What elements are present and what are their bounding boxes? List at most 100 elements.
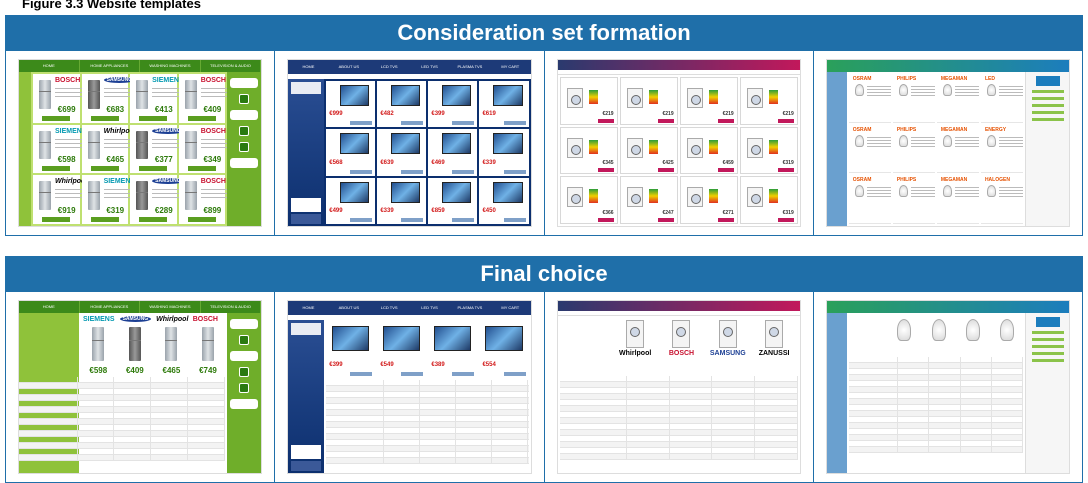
read-more-button[interactable] [187, 115, 216, 121]
product-card[interactable]: Whirlpool €919 [33, 175, 87, 224]
nav-item[interactable]: LED TVS [409, 60, 449, 74]
read-more-button[interactable] [657, 218, 674, 222]
nav-item[interactable]: TELEVISION & AUDIO [201, 301, 262, 313]
more-info-button[interactable] [350, 169, 373, 174]
product-card[interactable]: BOSCH €349 [178, 124, 231, 174]
more-info-button[interactable] [503, 169, 526, 174]
product-card[interactable]: €554 [479, 322, 529, 378]
product-card[interactable]: BOSCH €409 [178, 74, 231, 123]
product-card[interactable]: €859 [428, 177, 478, 224]
read-more-button[interactable] [42, 166, 71, 172]
product-card[interactable]: €469 [428, 129, 478, 176]
nav-item[interactable]: LCD TVS [369, 301, 409, 315]
read-more-button[interactable] [777, 218, 794, 222]
product-card[interactable]: €247 [619, 176, 678, 224]
nav-item[interactable]: HOME [288, 301, 328, 315]
product-card[interactable]: €499 [326, 177, 376, 224]
add-to-cart-button[interactable] [401, 372, 424, 376]
product-card[interactable]: PHILIPS [892, 74, 935, 123]
product-card[interactable]: Whirlpool €465 [154, 315, 189, 375]
read-more-button[interactable] [139, 217, 168, 222]
nav-item[interactable]: WASHING MACHINES [140, 60, 201, 72]
nav-item[interactable]: ABOUT US [329, 60, 369, 74]
nav-item[interactable]: WASHING MACHINES [140, 301, 201, 313]
product-card[interactable]: €271 [679, 176, 738, 224]
product-card[interactable]: €319 [739, 176, 798, 224]
more-info-button[interactable] [452, 121, 475, 126]
product-card[interactable]: €999 [326, 81, 376, 128]
read-more-button[interactable] [90, 217, 119, 222]
read-more-button[interactable] [139, 166, 168, 172]
read-more-button[interactable] [597, 118, 614, 123]
read-more-button[interactable] [657, 168, 674, 173]
nav-item[interactable]: HOME [19, 301, 80, 313]
product-card[interactable]: €345 [559, 126, 618, 175]
read-more-button[interactable] [777, 118, 794, 123]
product-card[interactable]: €219 [739, 77, 798, 125]
nav-item[interactable]: HOME APPLIANCES [80, 60, 141, 72]
product-card[interactable]: €568 [326, 129, 376, 176]
more-info-button[interactable] [401, 121, 424, 126]
nav-item[interactable]: LED TVS [409, 301, 449, 315]
product-card[interactable]: €339 [479, 129, 529, 176]
product-card[interactable]: €319 [739, 126, 798, 175]
product-card[interactable]: OSRAM [848, 74, 891, 123]
nav-item[interactable]: ABOUT US [329, 301, 369, 315]
product-card[interactable]: €459 [679, 126, 738, 175]
add-to-cart-button[interactable] [452, 372, 475, 376]
product-card[interactable]: SAMSUNG €377 [130, 124, 184, 174]
more-info-button[interactable] [401, 169, 424, 174]
product-card[interactable]: €339 [377, 177, 427, 224]
add-to-cart-button[interactable] [503, 372, 526, 376]
product-card[interactable]: MEGAMAN [936, 175, 979, 224]
product-card[interactable]: BOSCH €749 [190, 315, 226, 375]
product-card[interactable]: €399 [326, 322, 376, 378]
more-info-button[interactable] [503, 217, 526, 222]
read-more-button[interactable] [187, 217, 216, 222]
nav-item[interactable]: MY CART [490, 60, 530, 74]
product-card[interactable]: SAMSUNG €683 [81, 74, 136, 123]
product-card[interactable]: €450 [479, 177, 529, 224]
product-card[interactable]: SIEMENS €319 [81, 175, 135, 224]
read-more-button[interactable] [657, 118, 674, 123]
read-more-button[interactable] [777, 168, 794, 173]
read-more-button[interactable] [187, 166, 216, 172]
nav-item[interactable]: PLASMA TVS [450, 60, 490, 74]
product-card[interactable]: OSRAM [848, 125, 891, 174]
nav-item[interactable]: PLASMA TVS [450, 301, 490, 315]
product-card[interactable]: €399 [428, 81, 478, 128]
product-card[interactable]: €366 [559, 176, 618, 224]
product-card[interactable]: €425 [619, 126, 678, 175]
product-card[interactable]: PHILIPS [892, 175, 935, 224]
product-card[interactable]: PHILIPS [892, 125, 935, 174]
read-more-button[interactable] [717, 218, 734, 222]
read-more-button[interactable] [42, 115, 71, 121]
nav-item[interactable]: LCD TVS [369, 60, 409, 74]
nav-item[interactable]: TELEVISION & AUDIO [201, 60, 262, 72]
product-card[interactable]: €619 [479, 81, 529, 128]
product-card[interactable]: BOSCH €699 [33, 74, 85, 123]
read-more-button[interactable] [90, 115, 119, 121]
product-card[interactable]: €549 [377, 322, 427, 378]
nav-item[interactable]: HOME [19, 60, 80, 72]
more-info-button[interactable] [452, 169, 475, 174]
product-card[interactable]: €219 [679, 77, 738, 125]
more-info-button[interactable] [503, 121, 526, 126]
product-card[interactable]: SAMSUNG €409 [117, 315, 153, 375]
product-card[interactable]: SIEMENS €598 [81, 315, 116, 375]
more-info-button[interactable] [452, 217, 475, 222]
product-card[interactable]: HALOGEN [980, 175, 1023, 224]
add-to-cart-button[interactable] [350, 372, 373, 376]
product-card[interactable]: MEGAMAN [936, 74, 979, 123]
product-card[interactable]: LED [980, 74, 1023, 123]
product-card[interactable]: Whirlpool €465 [81, 124, 136, 174]
product-card[interactable]: ENERGY [980, 125, 1023, 174]
product-card[interactable]: €219 [619, 77, 678, 125]
product-card[interactable]: BOSCH €899 [178, 175, 231, 224]
product-card[interactable]: SIEMENS €413 [130, 74, 184, 123]
product-card[interactable]: MEGAMAN [936, 125, 979, 174]
nav-item[interactable]: HOME APPLIANCES [80, 301, 141, 313]
nav-item[interactable]: MY CART [490, 301, 530, 315]
read-more-button[interactable] [597, 168, 614, 173]
read-more-button[interactable] [717, 118, 734, 123]
